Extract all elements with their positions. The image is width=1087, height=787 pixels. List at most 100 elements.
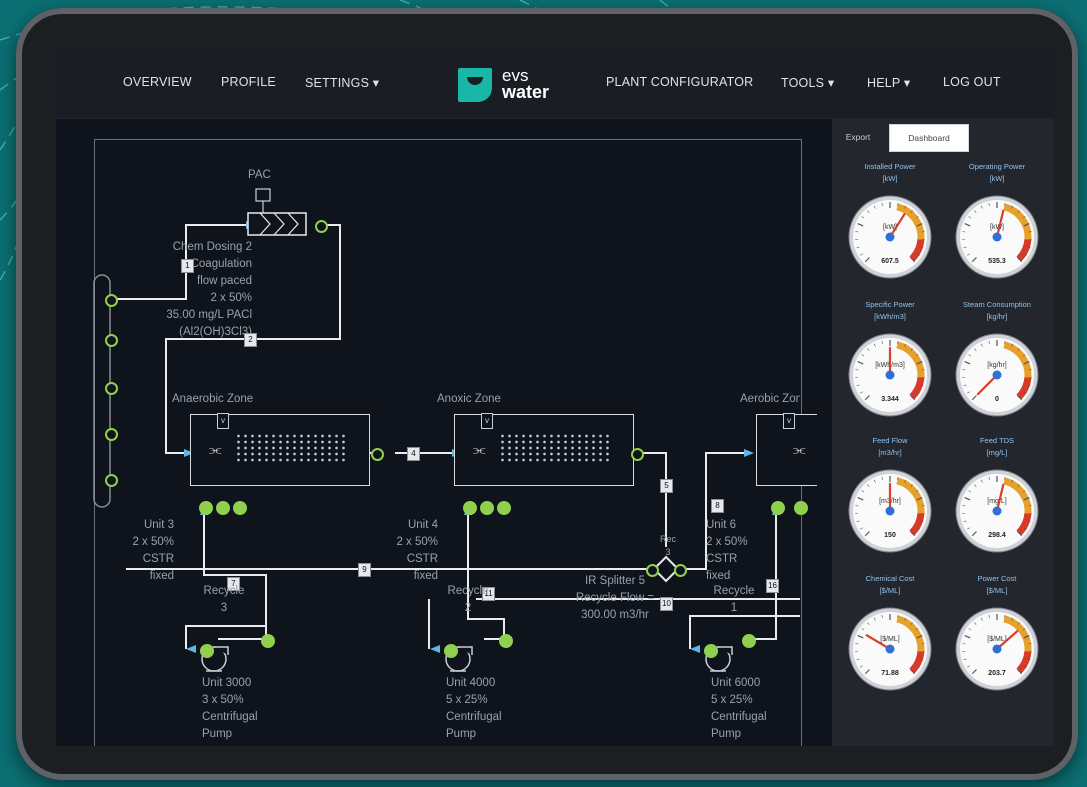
gauge-unit-label: [kg/hr] (987, 362, 1007, 369)
stream-tag[interactable]: 4 (407, 447, 420, 461)
mixer-icon: ⫘ (473, 441, 486, 457)
splitter-junction-label: Rec 3 (659, 534, 676, 557)
port-node[interactable] (216, 501, 230, 515)
gauge-title: Specific Power [kWh/m3] (865, 300, 915, 321)
gauge-dial: [$/ML] 71.88 (848, 607, 932, 691)
nav-plant-configurator[interactable]: PLANT CONFIGURATOR (606, 75, 753, 89)
mixer-icon: ⫘ (793, 441, 806, 457)
pump-inlet-node[interactable] (742, 634, 756, 648)
stream-tag[interactable]: 9 (358, 563, 371, 577)
gauge-dial: [mg/L] 298.4 (955, 469, 1039, 553)
pac-label: PAC (248, 169, 271, 181)
anaerobic-zone-label: Anaerobic Zone (172, 393, 254, 405)
valve-icon: v (783, 413, 795, 429)
gauge-title: Installed Power [kW] (864, 162, 916, 183)
gauge-value: 298.4 (988, 532, 1006, 539)
aerobic-zone-tank[interactable]: v ⫘ (756, 413, 817, 486)
recycle1-label: Recycle 1 (713, 585, 755, 614)
anoxic-outlet-node[interactable] (631, 448, 644, 461)
dashboard-sidebar: Export Dashboard Installed Power [kW] [kW]… (832, 119, 1054, 746)
gauge-hub (885, 370, 895, 380)
anoxic-zone-label: Anoxic Zone (437, 393, 501, 405)
gauge-value: 535.3 (988, 258, 1006, 265)
gauge-dial: [kW]607.5 (848, 195, 932, 279)
port-node[interactable] (771, 501, 785, 515)
gauge-dial: [kg/hr] 0 (955, 333, 1039, 417)
gauge-hub (885, 506, 895, 516)
nav-help[interactable]: HELP ▾ (867, 75, 910, 90)
port-node[interactable] (480, 501, 494, 515)
gauge-dial: [kW] 535.3 (955, 195, 1039, 279)
gauge-value: 0 (995, 396, 999, 403)
port-node[interactable] (463, 501, 477, 515)
stream-tag[interactable]: 2 (244, 333, 257, 347)
gauge-dial: [m3/hr]150 (848, 469, 932, 553)
feed-node[interactable] (105, 382, 118, 395)
pump-inlet-node[interactable] (261, 634, 275, 648)
port-node[interactable] (497, 501, 511, 515)
pac-outlet-node[interactable] (315, 220, 328, 233)
pump6000-label: Unit 6000 5 x 25% Centrifugal Pump (711, 677, 767, 740)
gauge-unit-label: [kW] (990, 224, 1004, 231)
tab-dashboard[interactable]: Dashboard (889, 124, 969, 152)
gauge-hub (885, 232, 895, 242)
gauge-value: 71.88 (881, 670, 899, 677)
nav-tools[interactable]: TOOLS ▾ (781, 75, 834, 90)
logo-mark-icon (458, 68, 492, 102)
valve-icon: v (217, 413, 229, 429)
gauge-title: Feed TDS [mg/L] (979, 436, 1015, 457)
gauge-dial: [$/ML]203.7 (955, 607, 1039, 691)
gauge-dial: [kWh/m3]3.344 (848, 333, 932, 417)
pump-outlet-node[interactable] (444, 644, 458, 658)
unit4-label: Unit 42 x 50% CSTR fixed (396, 519, 438, 582)
port-node[interactable] (794, 501, 808, 515)
gauge-hub (992, 232, 1002, 242)
tab-export[interactable]: Export (840, 124, 876, 150)
nav-overview[interactable]: OVERVIEW (123, 75, 192, 89)
unit3-label: Unit 32 x 50% CSTR fixed (132, 519, 174, 582)
gauge-title: Operating Power [kW] (968, 162, 1026, 183)
gauge-unit-label: [$/ML] (880, 636, 900, 643)
chem-dosing-label: Chem Dosing 2 Coagulation flow paced 2 x… (166, 241, 252, 338)
gauge-title: Chemical Cost [$/ML] (865, 574, 915, 595)
gauge-value: 607.5 (881, 258, 899, 265)
gauge-title: Steam Consumption [kg/hr] (963, 300, 1031, 321)
port-node[interactable] (233, 501, 247, 515)
splitter-node[interactable] (674, 564, 687, 577)
app-screen: OVERVIEW PROFILE SETTINGS ▾ evs water PL… (56, 48, 1054, 746)
stream-tag[interactable]: 16 (766, 579, 779, 593)
pump-inlet-node[interactable] (499, 634, 513, 648)
gauge-title: Feed Flow [m3/hr] (872, 436, 908, 457)
unit6-label: Unit 62 x 50% CSTR fixed (706, 519, 748, 582)
nav-logout[interactable]: LOG OUT (943, 75, 1001, 89)
stream-tag[interactable]: 1 (181, 259, 194, 273)
feed-inlet-node[interactable] (105, 294, 118, 307)
stream-tag[interactable]: 8 (711, 499, 724, 513)
anoxic-zone-tank[interactable]: v ⫘ (454, 413, 634, 486)
evs-water-logo[interactable]: evs water (458, 66, 578, 106)
feed-node[interactable] (105, 428, 118, 441)
gauge-value: 150 (884, 532, 896, 539)
anaerobic-outlet-node[interactable] (371, 448, 384, 461)
top-navigation: OVERVIEW PROFILE SETTINGS ▾ evs water PL… (56, 48, 1054, 119)
gauge-hub (885, 644, 895, 654)
nav-profile[interactable]: PROFILE (221, 75, 276, 89)
aerobic-zone-label: Aerobic Zone (740, 393, 800, 405)
feed-node[interactable] (105, 334, 118, 347)
gauge-unit-label: [mg/L] (987, 498, 1007, 505)
recycle2-label: Recycle 2 (447, 585, 489, 614)
port-node[interactable] (199, 501, 213, 515)
feed-node[interactable] (105, 474, 118, 487)
nav-settings[interactable]: SETTINGS ▾ (305, 75, 379, 90)
stream-tag[interactable]: 5 (660, 479, 673, 493)
gauge-hub (992, 506, 1002, 516)
pump3000-label: Unit 3000 3 x 50% Centrifugal Pump (202, 677, 258, 740)
process-flow-diagram[interactable]: PAC Chem Dosing 2 Coagulation flow paced… (56, 119, 831, 746)
pump-outlet-node[interactable] (200, 644, 214, 658)
ir-splitter-label: IR Splitter 5 Recycle Flow = 300.00 m3/hr (575, 575, 655, 621)
gauge-value: 3.344 (881, 396, 899, 403)
recycle3-label: Recycle 3 (203, 585, 245, 614)
logo-text-water: water (502, 82, 550, 102)
pump-outlet-node[interactable] (704, 644, 718, 658)
anaerobic-zone-tank[interactable]: v ⫘ (190, 413, 370, 486)
